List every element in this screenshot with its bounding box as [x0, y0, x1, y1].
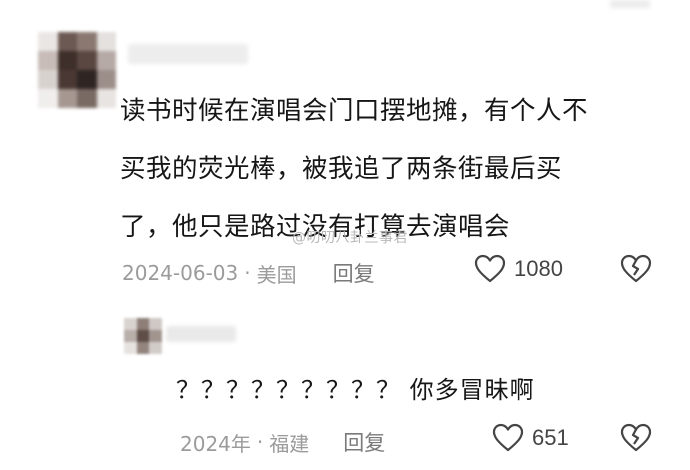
- reply-button[interactable]: 回复: [333, 258, 375, 288]
- dislike-button[interactable]: [620, 423, 652, 457]
- reply-button[interactable]: 回复: [343, 427, 385, 457]
- avatar[interactable]: [38, 32, 116, 108]
- comment-meta: 2024-06-03 · 美国 回复: [122, 258, 375, 288]
- like-button[interactable]: 651: [492, 423, 569, 453]
- watermark: @叨叨八卦兰事君: [292, 230, 408, 246]
- like-count: 651: [532, 425, 569, 450]
- reply-meta: 2024年 · 福建 回复: [180, 427, 385, 457]
- broken-heart-icon: [620, 254, 652, 283]
- username-blurred[interactable]: [128, 44, 248, 64]
- reply-username-blurred[interactable]: [166, 326, 236, 342]
- like-button[interactable]: 1080: [474, 254, 563, 284]
- heart-outline-icon: [492, 423, 524, 452]
- heart-outline-icon: [474, 254, 506, 283]
- reply-date: 2024年: [180, 431, 251, 456]
- reply-avatar[interactable]: [124, 318, 162, 354]
- top-edge-blur: [610, 0, 650, 8]
- meta-separator: ·: [244, 261, 251, 285]
- meta-separator: ·: [256, 430, 264, 454]
- dislike-button[interactable]: [620, 254, 652, 288]
- reply-text: ？？？？？？？？？ 你多冒昧啊: [176, 376, 535, 404]
- reply-location: 福建: [269, 431, 310, 456]
- like-count: 1080: [514, 256, 563, 281]
- comment-date: 2024-06-03: [122, 261, 239, 285]
- broken-heart-icon: [620, 423, 652, 452]
- comment-location: 美国: [256, 262, 297, 287]
